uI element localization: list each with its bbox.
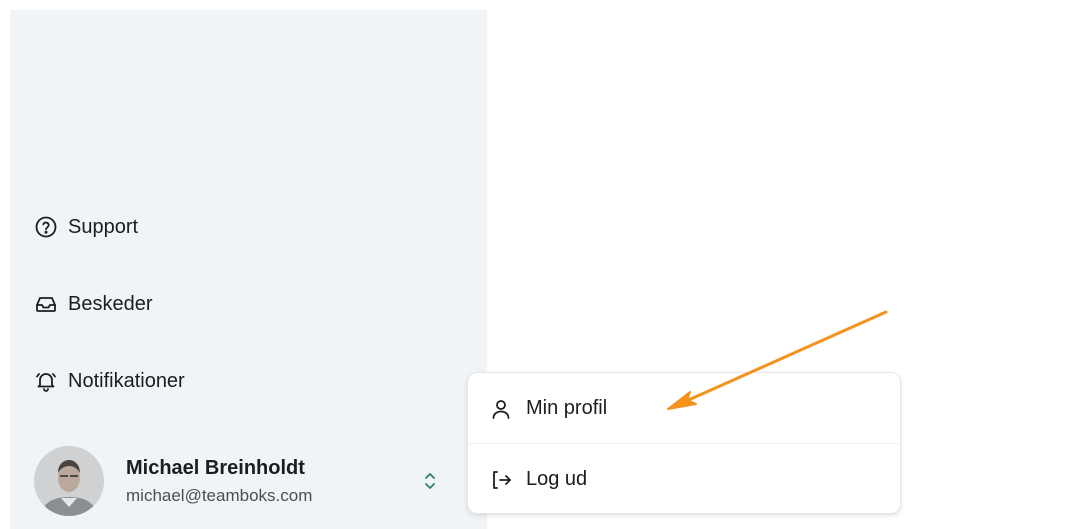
sidebar-item-beskeder[interactable]: Beskeder xyxy=(34,292,153,316)
menu-item-min-profil[interactable]: Min profil xyxy=(490,397,607,420)
sidebar-item-notifikationer[interactable]: Notifikationer xyxy=(34,369,185,393)
user-email: michael@teamboks.com xyxy=(126,485,313,505)
user-dropdown-menu: Min profil Log ud xyxy=(467,372,901,514)
user-name: Michael Breinholdt xyxy=(126,456,305,479)
avatar xyxy=(34,446,104,516)
menu-item-label: Log ud xyxy=(526,468,588,490)
menu-item-log-ud[interactable]: Log ud xyxy=(490,468,587,491)
logout-icon xyxy=(490,469,512,491)
chevron-up-down-icon[interactable] xyxy=(422,470,438,492)
bell-icon xyxy=(34,369,58,393)
sidebar-item-label: Support xyxy=(68,215,139,238)
sidebar: Support Beskeder Notifikationer Michael … xyxy=(10,10,487,529)
menu-item-label: Min profil xyxy=(526,397,608,419)
sidebar-item-label: Notifikationer xyxy=(68,369,185,392)
user-menu-trigger[interactable]: Michael Breinholdt michael@teamboks.com xyxy=(34,446,454,516)
user-icon xyxy=(490,398,512,420)
help-circle-icon xyxy=(34,215,58,239)
sidebar-item-label: Beskeder xyxy=(68,292,153,315)
menu-divider xyxy=(468,443,900,444)
sidebar-item-support[interactable]: Support xyxy=(34,215,138,239)
inbox-icon xyxy=(34,292,58,316)
